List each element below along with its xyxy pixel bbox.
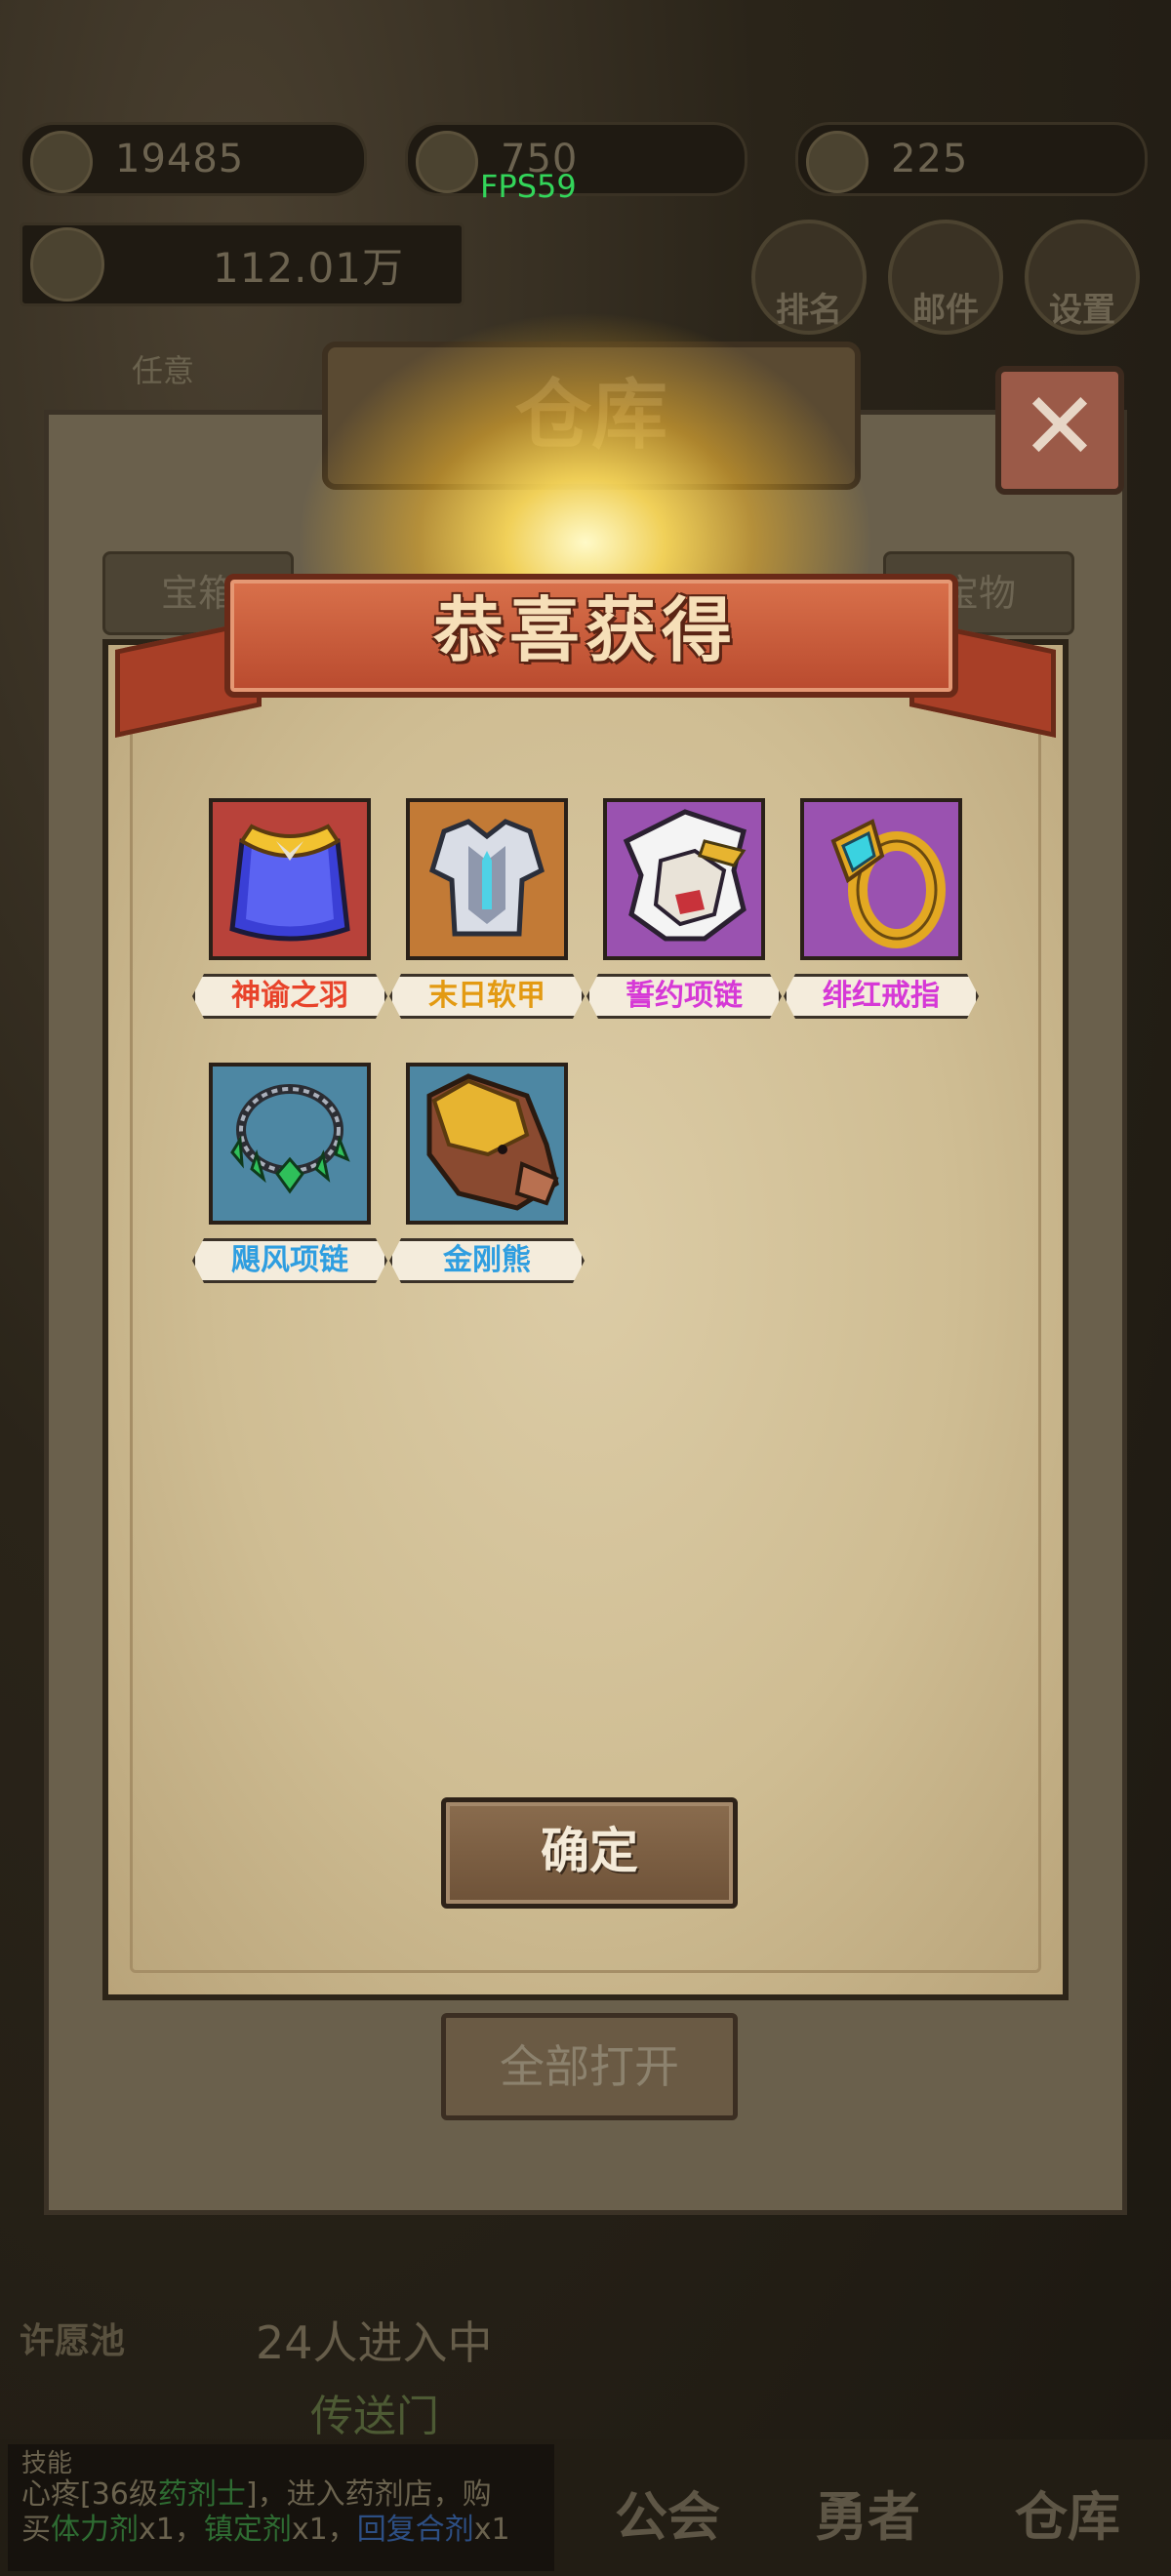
mail-button[interactable]: 邮件 xyxy=(888,220,1003,335)
open-all-button[interactable]: 全部打开 xyxy=(441,2013,738,2120)
quest-label: 任意 xyxy=(132,352,195,389)
close-button[interactable]: ✕ xyxy=(995,366,1124,495)
reward-item[interactable]: 飓风项链 xyxy=(192,1063,387,1283)
white-lion-icon xyxy=(603,798,765,960)
reward-item[interactable]: 末日软甲 xyxy=(389,798,585,1019)
reward-item[interactable]: 神谕之羽 xyxy=(192,798,387,1019)
power-value: 112.01万 xyxy=(213,243,404,292)
energy-counter: 225 xyxy=(795,122,1148,196)
armor-icon xyxy=(406,798,568,960)
coin-icon xyxy=(30,131,93,193)
item-name: 神谕之羽 xyxy=(192,974,387,1019)
item-name: 绯红戒指 xyxy=(784,974,979,1019)
ring-icon xyxy=(800,798,962,960)
boar-icon xyxy=(406,1063,568,1225)
portal-label[interactable]: 传送门 xyxy=(310,2381,439,2443)
nav-guild[interactable]: 公会 xyxy=(615,2474,720,2551)
nav-hero[interactable]: 勇者 xyxy=(815,2474,920,2551)
crowd-count: 24人进入中 xyxy=(256,2316,493,2369)
gem-icon xyxy=(416,131,478,193)
coin-value: 19485 xyxy=(115,137,245,181)
cape-icon xyxy=(209,798,371,960)
energy-icon xyxy=(806,131,868,193)
wish-pool-label[interactable]: 许愿池 xyxy=(20,2313,125,2363)
popup-title: 恭喜获得 xyxy=(432,588,738,671)
reward-item[interactable]: 绯红戒指 xyxy=(784,798,979,1019)
settings-label: 设置 xyxy=(1049,291,1115,330)
nav-warehouse[interactable]: 仓库 xyxy=(1015,2474,1120,2551)
energy-value: 225 xyxy=(891,137,969,181)
mail-label: 邮件 xyxy=(912,291,979,330)
item-name: 末日软甲 xyxy=(389,974,585,1019)
emerald-necklace-icon xyxy=(209,1063,371,1225)
reward-item[interactable]: 金刚熊 xyxy=(389,1063,585,1283)
log-title: 技能 xyxy=(21,2449,73,2478)
close-icon: ✕ xyxy=(1020,372,1100,481)
reward-item[interactable]: 誓约项链 xyxy=(586,798,782,1019)
item-name: 飓风项链 xyxy=(192,1238,387,1283)
item-name: 誓约项链 xyxy=(586,974,782,1019)
log-line-1: 心疼[36级药剂士]，进入药剂店，购 xyxy=(21,2477,492,2512)
log-line-2: 买体力剂x1，镇定剂x1，回复合剂x1 xyxy=(21,2513,510,2547)
event-log: 技能 心疼[36级药剂士]，进入药剂店，购 买体力剂x1，镇定剂x1，回复合剂x… xyxy=(8,2444,554,2571)
coin-counter: 19485 xyxy=(20,122,367,196)
fps-counter: FPS59 xyxy=(480,168,577,205)
item-name: 金刚熊 xyxy=(389,1238,585,1283)
power-icon xyxy=(30,227,104,302)
confirm-button[interactable]: 确定 xyxy=(441,1797,738,1909)
settings-button[interactable]: 设置 xyxy=(1025,220,1140,335)
